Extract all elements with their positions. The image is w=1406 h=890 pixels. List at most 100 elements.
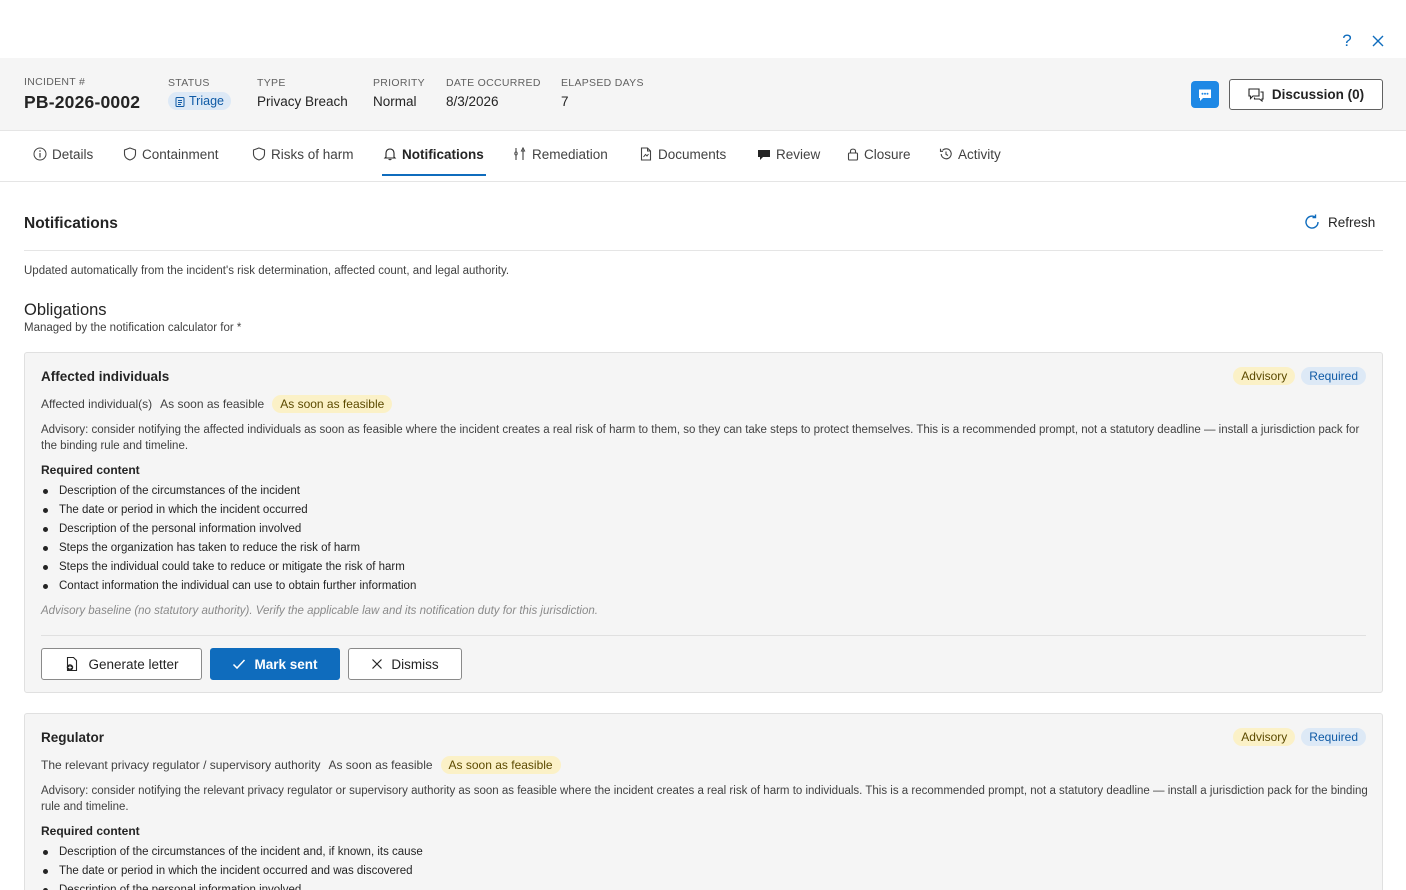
dialog-topbar: ? <box>0 0 1406 58</box>
advisory-badge: Advisory <box>1233 367 1296 385</box>
tools-icon <box>514 147 526 160</box>
list-item: Steps the organization has taken to redu… <box>41 539 416 558</box>
refresh-icon <box>1305 214 1319 229</box>
elapsed-days-value: 7 <box>561 94 569 109</box>
history-icon <box>939 148 952 160</box>
section-divider <box>24 250 1383 251</box>
dismiss-icon <box>372 659 383 669</box>
list-item: Description of the personal information … <box>41 881 423 890</box>
obligation-badges: Advisory Required <box>1233 728 1366 746</box>
status-field: STATUS Triage <box>168 77 231 112</box>
tab-label: Review <box>776 146 821 162</box>
tab-bar: Details Containment Risks of harm Notifi… <box>0 131 1406 182</box>
list-item: Contact information the individual can u… <box>41 577 416 596</box>
list-item: The date or period in which the incident… <box>41 862 423 881</box>
obligation-title: Affected individuals <box>41 369 170 384</box>
incident-number-field: INCIDENT # PB-2026-0002 <box>24 76 140 113</box>
clipboard-icon <box>175 96 185 107</box>
tab-label: Remediation <box>532 146 608 162</box>
page-title: Notifications <box>24 215 118 232</box>
generate-letter-button[interactable]: Generate letter <box>41 648 202 680</box>
refresh-label: Refresh <box>1328 214 1376 230</box>
obligation-card-affected-individuals: Affected individuals Advisory Required A… <box>24 352 1383 693</box>
chat-icon <box>1199 89 1211 101</box>
review-icon <box>758 150 770 160</box>
tab-label: Details <box>52 146 94 162</box>
tab-label: Activity <box>958 146 1001 162</box>
chat-button[interactable] <box>1191 81 1219 108</box>
priority-value: Normal <box>373 94 417 109</box>
active-tab-indicator <box>382 174 486 176</box>
required-badge: Required <box>1301 367 1366 385</box>
discussion-button[interactable]: Discussion (0) <box>1229 79 1383 110</box>
required-content-label: Required content <box>41 463 140 477</box>
priority-label: PRIORITY <box>373 77 425 89</box>
discussion-icon <box>1248 87 1264 102</box>
tab-review[interactable]: Review <box>757 131 820 177</box>
obligation-title: Regulator <box>41 730 105 745</box>
obligation-card-regulator: Regulator Advisory Required The relevant… <box>24 713 1383 890</box>
date-occurred-value: 8/3/2026 <box>446 94 499 109</box>
card-divider <box>41 635 1366 636</box>
type-value: Privacy Breach <box>257 94 348 109</box>
obligations-subtitle: Managed by the notification calculator f… <box>24 322 242 334</box>
lock-icon <box>847 148 859 161</box>
dismiss-label: Dismiss <box>391 656 439 672</box>
list-item: Steps the individual could take to reduc… <box>41 558 416 577</box>
timing-badge: As soon as feasible <box>440 756 561 774</box>
required-content-label: Required content <box>41 824 140 838</box>
advisory-text: Advisory: consider notifying the relevan… <box>41 785 1368 813</box>
advisory-badge: Advisory <box>1233 728 1296 746</box>
list-item: The date or period in which the incident… <box>41 501 416 520</box>
type-label: TYPE <box>257 77 286 89</box>
baseline-note: Advisory baseline (no statutory authorit… <box>41 605 598 617</box>
obligation-badges: Advisory Required <box>1233 367 1366 385</box>
status-label: STATUS <box>168 77 210 89</box>
list-item: Description of the circumstances of the … <box>41 482 416 501</box>
tab-notifications[interactable]: Notifications <box>383 131 484 177</box>
generate-letter-label: Generate letter <box>88 656 179 672</box>
tab-label: Documents <box>658 146 727 162</box>
tab-details[interactable]: Details <box>33 131 93 177</box>
checkmark-icon <box>233 659 246 670</box>
recipient-name: Affected individual(s) <box>41 397 153 411</box>
required-content-list: Description of the circumstances of the … <box>41 482 416 596</box>
type-field: TYPE Privacy Breach <box>257 77 348 109</box>
notifications-description: Updated automatically from the incident'… <box>24 265 510 277</box>
shield-icon <box>123 147 137 161</box>
timing-text: As soon as feasible <box>328 758 433 772</box>
incident-number-value: PB-2026-0002 <box>24 92 141 112</box>
tab-documents[interactable]: Documents <box>639 131 726 177</box>
help-icon[interactable]: ? <box>1340 31 1354 51</box>
tab-containment[interactable]: Containment <box>123 131 219 177</box>
tab-activity[interactable]: Activity <box>939 131 1001 177</box>
dismiss-button[interactable]: Dismiss <box>348 648 462 680</box>
elapsed-days-label: ELAPSED DAYS <box>561 77 644 89</box>
tab-risks-of-harm[interactable]: Risks of harm <box>252 131 354 177</box>
list-item: Description of the personal information … <box>41 520 416 539</box>
advisory-text: Advisory: consider notifying the affecte… <box>41 424 1360 452</box>
timing-badge: As soon as feasible <box>272 395 393 413</box>
status-badge: Triage <box>168 92 231 110</box>
tab-label: Risks of harm <box>271 146 354 162</box>
tab-label: Containment <box>142 146 219 162</box>
document-add-icon <box>67 656 78 672</box>
mark-sent-label: Mark sent <box>254 656 318 672</box>
obligations-title: Obligations <box>24 301 107 319</box>
required-content-list: Description of the circumstances of the … <box>41 843 423 890</box>
priority-field: PRIORITY Normal <box>373 77 425 109</box>
tab-label: Closure <box>864 146 911 162</box>
bell-icon <box>383 148 397 161</box>
required-badge: Required <box>1301 728 1366 746</box>
timing-text: As soon as feasible <box>160 397 265 411</box>
mark-sent-button[interactable]: Mark sent <box>210 648 340 680</box>
tab-remediation[interactable]: Remediation <box>513 131 608 177</box>
status-value: Triage <box>189 94 224 108</box>
tab-label: Notifications <box>402 146 484 162</box>
tab-closure[interactable]: Closure <box>847 131 911 177</box>
document-icon <box>640 147 652 161</box>
date-occurred-field: DATE OCCURRED 8/3/2026 <box>446 77 541 109</box>
list-item: Description of the circumstances of the … <box>41 843 423 862</box>
close-icon[interactable] <box>1370 33 1386 49</box>
refresh-button[interactable]: Refresh <box>1303 213 1375 231</box>
